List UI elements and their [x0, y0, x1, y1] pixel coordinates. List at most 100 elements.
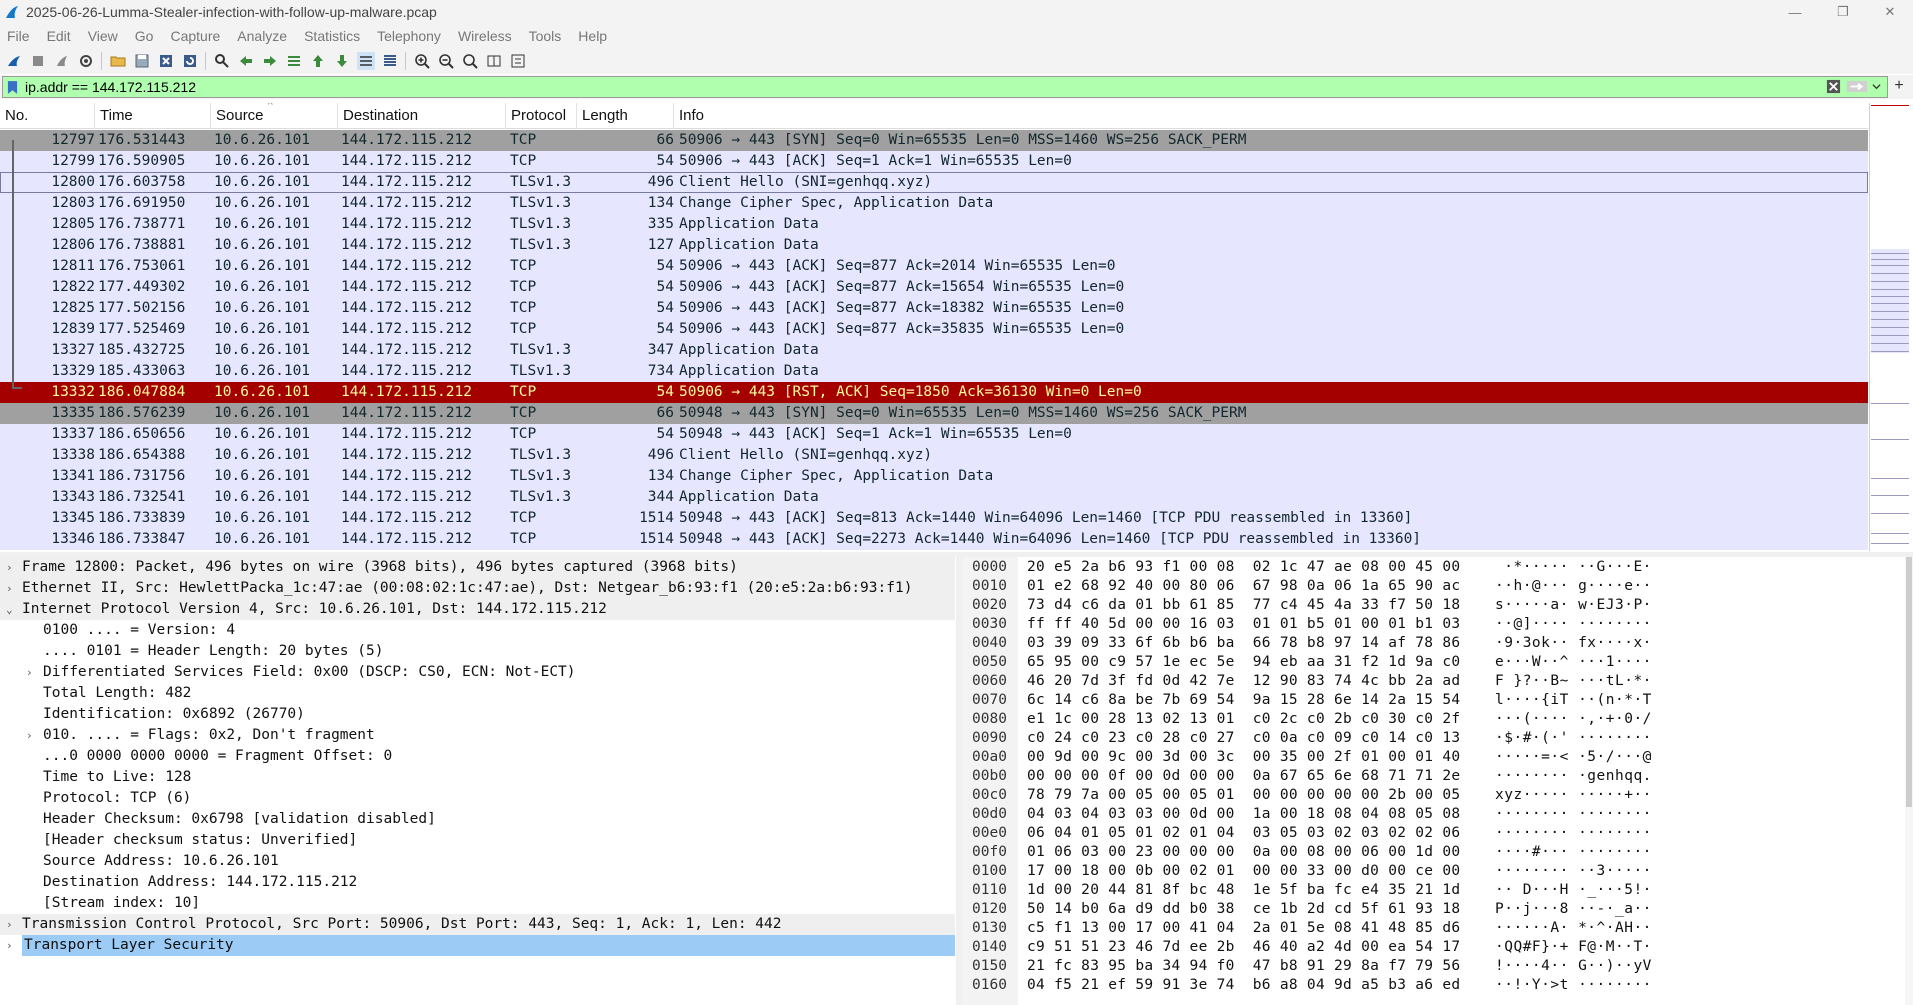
display-filter-input[interactable]	[19, 77, 1819, 97]
minimize-button[interactable]: —	[1772, 0, 1818, 24]
hex-scrollbar-thumb[interactable]	[1906, 557, 1912, 807]
expand-arrow-icon[interactable]: ›	[6, 557, 16, 578]
hex-row[interactable]: 0120 50 14 b0 6a d9 dd b0 38 ce 1b 2d cd …	[962, 900, 1902, 919]
go-to-packet-icon[interactable]	[285, 52, 303, 70]
packet-row[interactable]: 13341 186.731756 10.6.26.101 144.172.115.21…	[0, 466, 1868, 487]
menu-go[interactable]: Go	[135, 28, 154, 44]
hex-row[interactable]: 0060 46 20 7d 3f fd 0d 42 7e 12 90 83 74 …	[962, 672, 1902, 691]
protocol-field-item[interactable]: [Stream index: 10]	[0, 893, 955, 914]
clear-filter-icon[interactable]	[1824, 78, 1842, 94]
hex-row[interactable]: 00e0 06 04 01 05 01 02 01 04 03 05 03 02 …	[962, 824, 1902, 843]
packet-row[interactable]: 12805 176.738771 10.6.26.101 144.172.115.21…	[0, 214, 1868, 235]
protocol-field-item[interactable]: [Header checksum status: Unverified]	[0, 830, 955, 851]
collapse-arrow-icon[interactable]: ⌄	[6, 599, 16, 620]
resize-columns-icon[interactable]	[485, 52, 503, 70]
hex-scrollbar[interactable]	[1905, 557, 1913, 1005]
add-filter-button[interactable]: +	[1891, 77, 1907, 94]
protocol-tree-item[interactable]: › Ethernet II, Src: HewlettPacka_1c:47:ae…	[0, 578, 955, 599]
close-file-icon[interactable]	[157, 52, 175, 70]
protocol-field-item[interactable]: 0100 .... = Version: 4	[0, 620, 955, 641]
packet-row[interactable]: 13329 185.433063 10.6.26.101 144.172.115.21…	[0, 361, 1868, 382]
hex-row[interactable]: 0090 c0 24 c0 23 c0 28 c0 27 c0 0a c0 09 …	[962, 729, 1902, 748]
column-header-destination[interactable]: Destination	[338, 103, 506, 129]
protocol-field-item[interactable]: Protocol: TCP (6)	[0, 788, 955, 809]
protocol-field-item[interactable]: › Differentiated Services Field: 0x00 (DS…	[0, 662, 955, 683]
expand-arrow-icon[interactable]: ›	[6, 914, 16, 935]
packet-row[interactable]: 13327 185.432725 10.6.26.101 144.172.115.21…	[0, 340, 1868, 361]
zoom-in-icon[interactable]	[413, 52, 431, 70]
filter-history-chevron-icon[interactable]	[1870, 78, 1882, 94]
start-capture-icon[interactable]	[5, 52, 23, 70]
expand-arrow-icon[interactable]: ›	[26, 725, 36, 746]
column-header-protocol[interactable]: Protocol	[506, 103, 577, 129]
hex-row[interactable]: 0100 17 00 18 00 0b 00 02 01 00 00 33 00 …	[962, 862, 1902, 881]
menu-view[interactable]: View	[88, 28, 118, 44]
last-packet-icon[interactable]	[333, 52, 351, 70]
protocol-tree-item[interactable]: ⌄ Internet Protocol Version 4, Src: 10.6.…	[0, 599, 955, 620]
hex-row[interactable]: 0020 73 d4 c6 da 01 bb 61 85 77 c4 45 4a …	[962, 596, 1902, 615]
protocol-field-item[interactable]: Destination Address: 144.172.115.212	[0, 872, 955, 893]
protocol-tree-item[interactable]: › Frame 12800: Packet, 496 bytes on wire …	[0, 557, 955, 578]
find-packet-icon[interactable]	[213, 52, 231, 70]
go-forward-icon[interactable]	[261, 52, 279, 70]
hex-row[interactable]: 0000 20 e5 2a b6 93 f1 00 08 02 1c 47 ae …	[962, 558, 1902, 577]
first-packet-icon[interactable]	[309, 52, 327, 70]
filter-bookmark-icon[interactable]	[5, 78, 19, 96]
protocol-tree-item[interactable]: › Transport Layer Security	[0, 935, 955, 956]
expand-subtrees-icon[interactable]	[509, 52, 527, 70]
protocol-field-item[interactable]: Header Checksum: 0x6798 [validation disa…	[0, 809, 955, 830]
packet-row[interactable]: 12806 176.738881 10.6.26.101 144.172.115.21…	[0, 235, 1868, 256]
hex-row[interactable]: 00f0 01 06 03 00 23 00 00 00 0a 00 08 00 …	[962, 843, 1902, 862]
protocol-field-item[interactable]: › 010. .... = Flags: 0x2, Don't fragment	[0, 725, 955, 746]
protocol-field-item[interactable]: .... 0101 = Header Length: 20 bytes (5)	[0, 641, 955, 662]
packet-row[interactable]: 12822 177.449302 10.6.26.101 144.172.115.21…	[0, 277, 1868, 298]
hex-row[interactable]: 00b0 00 00 00 0f 00 0d 00 00 0a 67 65 6e …	[962, 767, 1902, 786]
save-file-icon[interactable]	[133, 52, 151, 70]
protocol-field-item[interactable]: Time to Live: 128	[0, 767, 955, 788]
packet-row[interactable]: 12803 176.691950 10.6.26.101 144.172.115.21…	[0, 193, 1868, 214]
hex-row[interactable]: 0150 21 fc 83 95 ba 34 94 f0 47 b8 91 29 …	[962, 957, 1902, 976]
hex-row[interactable]: 0070 6c 14 c6 8a be 7b 69 54 9a 15 28 6e …	[962, 691, 1902, 710]
hex-row[interactable]: 00c0 78 79 7a 00 05 00 05 01 00 00 00 00 …	[962, 786, 1902, 805]
packet-row[interactable]: 13335 186.576239 10.6.26.101 144.172.115.21…	[0, 403, 1868, 424]
zoom-out-icon[interactable]	[437, 52, 455, 70]
restart-capture-icon[interactable]	[53, 52, 71, 70]
protocol-field-item[interactable]: Source Address: 10.6.26.101	[0, 851, 955, 872]
packet-row[interactable]: 12799 176.590905 10.6.26.101 144.172.115.21…	[0, 151, 1868, 172]
stop-capture-icon[interactable]	[29, 52, 47, 70]
hex-row[interactable]: 0050 65 95 00 c9 57 1e ec 5e 94 eb aa 31 …	[962, 653, 1902, 672]
column-header-info[interactable]: Info	[674, 103, 1868, 129]
column-header-length[interactable]: Length	[577, 103, 674, 129]
protocol-tree-item[interactable]: › Transmission Control Protocol, Src Port…	[0, 914, 955, 935]
close-button[interactable]: ✕	[1867, 0, 1913, 24]
capture-options-icon[interactable]	[77, 52, 95, 70]
menu-capture[interactable]: Capture	[170, 28, 220, 44]
column-header-time[interactable]: Time	[95, 103, 211, 129]
packet-row[interactable]: 12839 177.525469 10.6.26.101 144.172.115.21…	[0, 319, 1868, 340]
column-header-no[interactable]: No.	[0, 103, 95, 129]
menu-help[interactable]: Help	[578, 28, 607, 44]
apply-filter-icon[interactable]	[1846, 78, 1868, 94]
packet-row[interactable]: 12800 176.603758 10.6.26.101 144.172.115.21…	[0, 172, 1868, 193]
hex-row[interactable]: 0080 e1 1c 00 28 13 02 13 01 c0 2c c0 2b …	[962, 710, 1902, 729]
auto-scroll-icon[interactable]	[357, 52, 375, 70]
packet-row[interactable]: 12811 176.753061 10.6.26.101 144.172.115.21…	[0, 256, 1868, 277]
hex-row[interactable]: 0140 c9 51 51 23 46 7d ee 2b 46 40 a2 4d …	[962, 938, 1902, 957]
expand-arrow-icon[interactable]: ›	[6, 935, 16, 956]
menu-analyze[interactable]: Analyze	[237, 28, 287, 44]
hex-row[interactable]: 0030 ff ff 40 5d 00 00 16 03 01 01 b5 01 …	[962, 615, 1902, 634]
open-file-icon[interactable]	[109, 52, 127, 70]
hex-row[interactable]: 0010 01 e2 68 92 40 00 80 06 67 98 0a 06 …	[962, 577, 1902, 596]
menu-file[interactable]: File	[7, 28, 30, 44]
hex-row[interactable]: 0130 c5 f1 13 00 17 00 41 04 2a 01 5e 08 …	[962, 919, 1902, 938]
packet-row[interactable]: 12825 177.502156 10.6.26.101 144.172.115.21…	[0, 298, 1868, 319]
colorize-icon[interactable]	[381, 52, 399, 70]
reload-file-icon[interactable]	[181, 52, 199, 70]
protocol-field-item[interactable]: Identification: 0x6892 (26770)	[0, 704, 955, 725]
packet-minimap-scrollbar[interactable]	[1869, 103, 1913, 551]
packet-row[interactable]: 13332 186.047884 10.6.26.101 144.172.115.21…	[0, 382, 1868, 403]
menu-tools[interactable]: Tools	[529, 28, 562, 44]
column-header-source[interactable]: Source	[211, 103, 338, 129]
menu-statistics[interactable]: Statistics	[304, 28, 360, 44]
menu-edit[interactable]: Edit	[47, 28, 71, 44]
